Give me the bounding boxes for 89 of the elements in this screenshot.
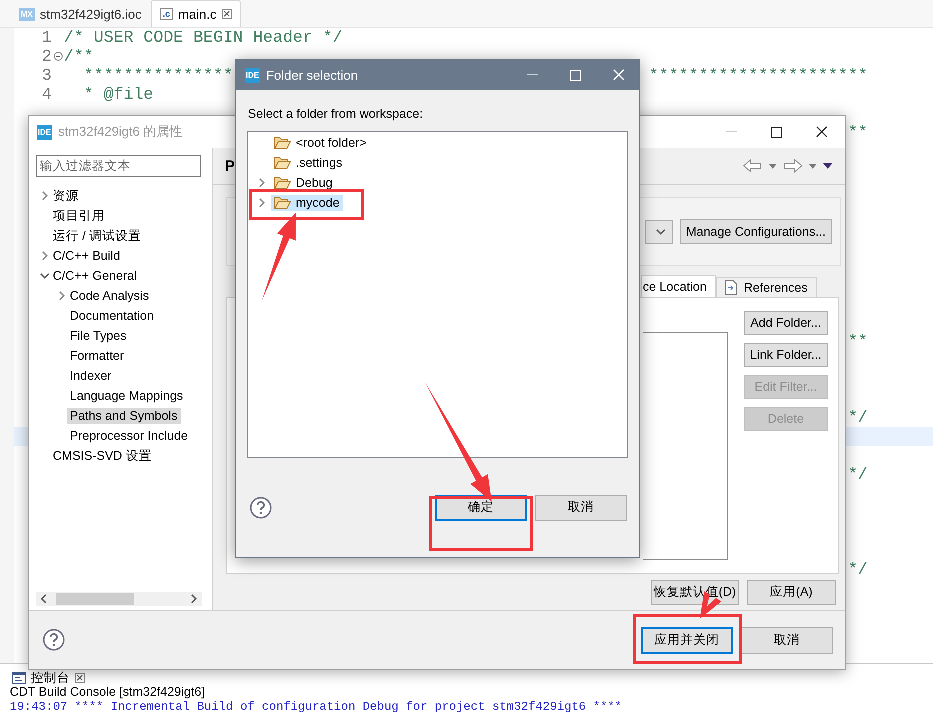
folder-item[interactable]: Debug (271, 175, 336, 191)
tree-item[interactable]: Code Analysis (67, 288, 152, 304)
folder-list[interactable] (643, 332, 728, 560)
tree-item[interactable]: 项目引用 (50, 206, 108, 226)
code-text: * @file (82, 85, 154, 104)
tree-item[interactable]: C/C++ General (50, 268, 140, 284)
panel-title: P (225, 158, 236, 174)
tree-item[interactable]: 资源 (50, 186, 82, 206)
configuration-dropdown[interactable] (645, 220, 674, 244)
settings-tab[interactable]: References (716, 277, 817, 297)
horizontal-scrollbar[interactable] (36, 592, 202, 606)
code-text: /** (64, 47, 94, 66)
code-text: */ (848, 560, 868, 579)
console-title: CDT Build Console [stm32f429igt6] (9, 685, 206, 699)
chevron-right-icon[interactable] (40, 251, 48, 261)
chevron-right-icon[interactable] (40, 191, 48, 201)
tree-item[interactable]: Formatter (67, 348, 128, 364)
side-button[interactable]: Add Folder... (744, 311, 828, 335)
dialog-button[interactable]: 取消 (535, 494, 627, 520)
tab-label: main.c (178, 6, 217, 22)
tree-item[interactable]: Documentation (67, 308, 158, 324)
maximize-icon[interactable] (771, 126, 782, 138)
folder-icon (274, 196, 291, 210)
console-icon (12, 672, 26, 684)
folder-icon (274, 176, 291, 190)
close-icon[interactable] (222, 9, 232, 19)
window-title: stm32f429igt6 的属性 (58, 123, 183, 141)
tree-item[interactable]: File Types (67, 328, 130, 344)
code-text: */ (848, 465, 868, 484)
dropdown-icon[interactable] (769, 164, 777, 168)
close-icon[interactable] (816, 126, 828, 138)
help-icon[interactable] (43, 629, 65, 651)
c-file-icon: .c (160, 8, 174, 20)
code-text: */ (848, 408, 868, 427)
dialog-button[interactable]: 应用并关闭 (641, 626, 733, 654)
prompt-label: Select a folder from workspace: (248, 107, 424, 121)
code-text: ** (848, 123, 868, 142)
chevron-right-icon[interactable] (258, 198, 266, 208)
view-menu-icon[interactable] (823, 163, 833, 169)
line-number: 1 (41, 28, 52, 47)
editor-tab[interactable]: MX stm32f429igt6.ioc (10, 0, 151, 27)
chevron-down-icon (656, 228, 666, 236)
help-icon[interactable] (250, 496, 272, 518)
folder-item[interactable]: <root folder> (271, 135, 370, 151)
close-icon[interactable] (75, 673, 85, 683)
tree-item[interactable]: Indexer (67, 368, 115, 384)
editor-tab[interactable]: .c main.c (150, 0, 241, 27)
folder-icon (274, 156, 291, 170)
tree-item[interactable]: C/C++ Build (50, 248, 124, 264)
folder-item[interactable]: mycode (271, 195, 343, 211)
scroll-right-icon[interactable] (190, 594, 198, 604)
window-title: Folder selection (266, 68, 358, 82)
ide-logo: IDE (37, 124, 52, 140)
line-number: 2 (41, 47, 52, 66)
side-button[interactable]: Link Folder... (744, 343, 828, 367)
panel-button[interactable]: 应用(A) (747, 580, 836, 605)
manage-configurations-button[interactable]: Manage Configurations... (680, 219, 832, 244)
back-arrow-icon[interactable] (743, 159, 763, 173)
fold-icon[interactable] (54, 52, 62, 61)
console-line: 19:43:07 **** Incremental Build of configuration Debug for project stm32f429igt6 **** (9, 700, 622, 713)
chevron-right-icon[interactable] (58, 291, 66, 301)
dropdown-icon[interactable] (809, 164, 817, 168)
code-text: ** (848, 332, 868, 351)
chevron-right-icon[interactable] (258, 178, 266, 188)
chevron-down-icon[interactable] (40, 272, 50, 280)
scrollbar-thumb[interactable] (56, 593, 134, 605)
tree-item[interactable]: Language Mappings (67, 388, 186, 404)
code-text: *************** (82, 66, 234, 85)
code-text: ********************** (648, 66, 868, 85)
tree-item[interactable]: Paths and Symbols (67, 408, 181, 424)
tab-label: stm32f429igt6.ioc (40, 6, 142, 22)
scroll-left-icon[interactable] (40, 594, 48, 604)
dialog-button[interactable]: 取消 (741, 626, 833, 654)
code-text: /* USER CODE BEGIN Header */ (64, 28, 343, 47)
minimize-icon[interactable] (527, 74, 538, 76)
folder-icon (274, 136, 291, 150)
line-number: 4 (41, 85, 52, 104)
tree-item[interactable]: 运行 / 调试设置 (50, 226, 144, 246)
settings-tab[interactable]: ce Location (641, 275, 716, 297)
forward-arrow-icon[interactable] (783, 159, 803, 173)
document-icon (724, 280, 738, 295)
filter-field[interactable]: 输入过滤器文本 (36, 155, 201, 177)
folder-item[interactable]: .settings (271, 155, 346, 171)
ide-logo: IDE (245, 68, 260, 82)
console-tab[interactable]: 控制台 (31, 670, 70, 686)
mx-file-icon: MX (19, 8, 35, 20)
line-number: 3 (41, 66, 52, 85)
tree-item[interactable]: CMSIS-SVD 设置 (50, 446, 155, 466)
tree-item[interactable]: Preprocessor Include (67, 428, 192, 444)
